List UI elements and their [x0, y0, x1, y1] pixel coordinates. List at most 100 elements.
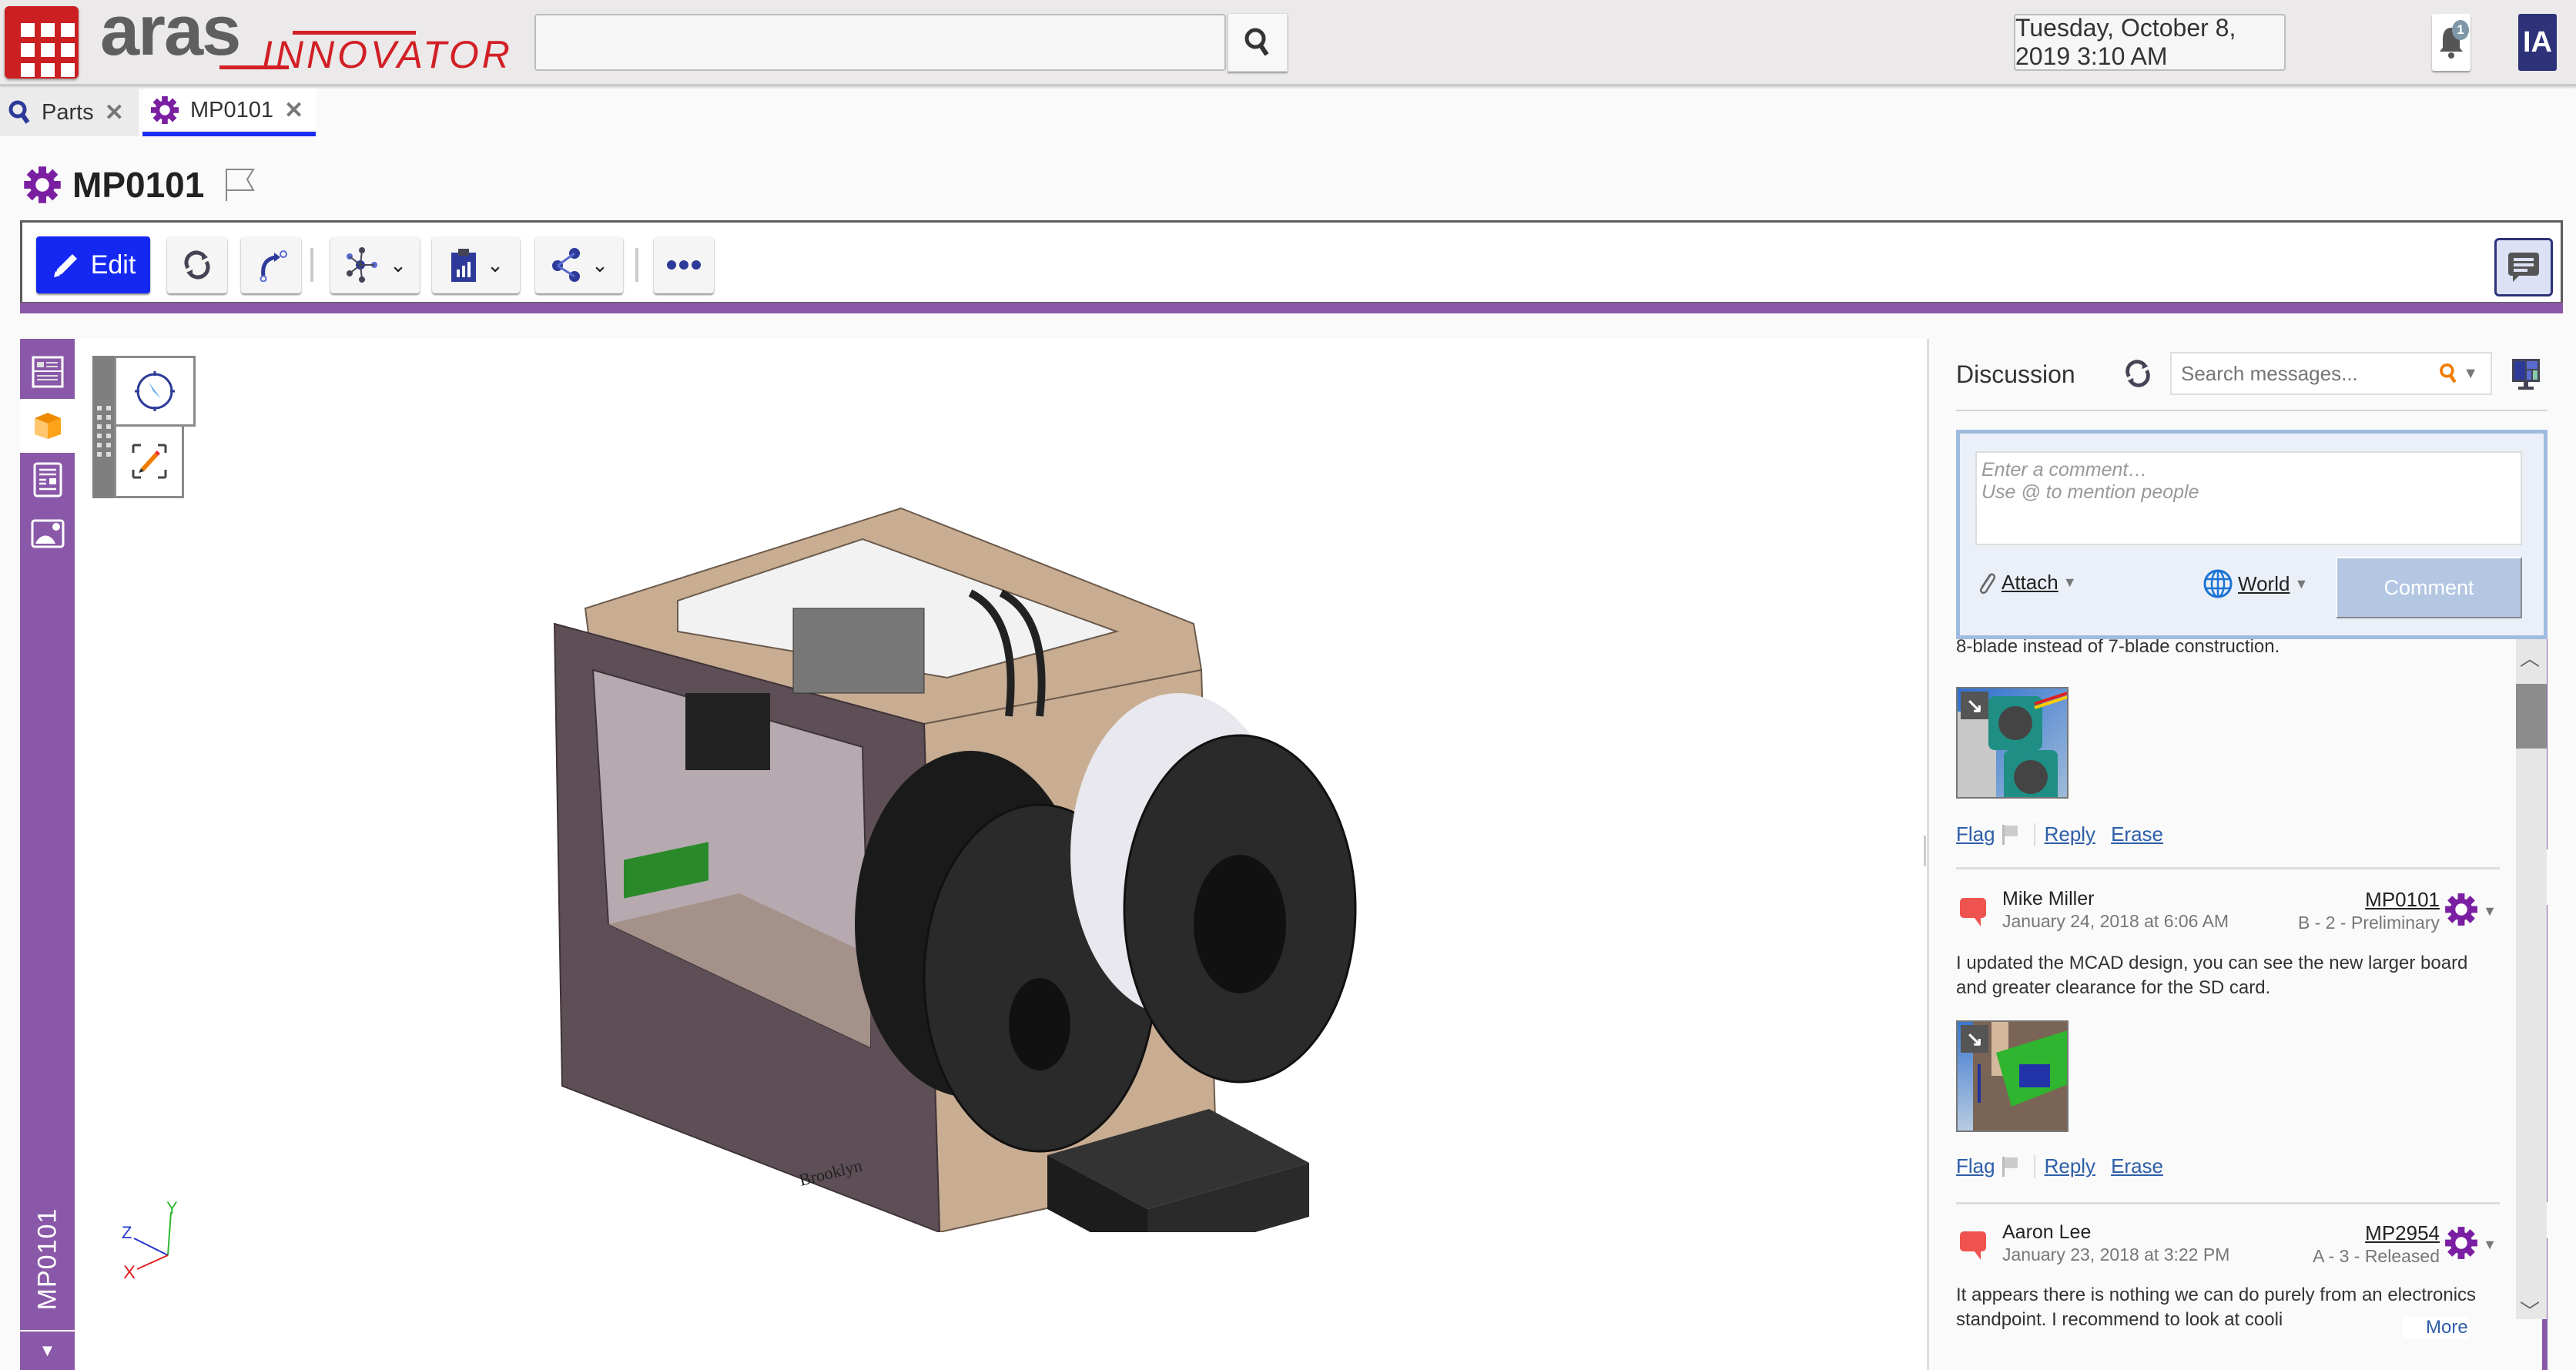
comment-bubble-icon: [1960, 898, 1986, 926]
message-separator: [1956, 1202, 2500, 1204]
expand-arrow-icon[interactable]: ↘: [1961, 1025, 1988, 1053]
grid-cell: [61, 63, 75, 77]
erase-link[interactable]: Erase: [2111, 1154, 2163, 1178]
discussion-toggle-button[interactable]: [2494, 238, 2553, 296]
grid-cell: [21, 23, 35, 37]
axis-y-label: Y: [166, 1201, 178, 1218]
markup-tool-button[interactable]: [114, 427, 184, 498]
item-reference-link[interactable]: MP2954: [2365, 1221, 2440, 1245]
message-author: Aaron Lee: [2002, 1221, 2092, 1243]
flag-icon[interactable]: [2002, 824, 2018, 846]
tab-mp0101[interactable]: MP0101 ✕: [142, 89, 316, 136]
grip-dots-icon: [97, 406, 111, 457]
toolbox-drag-handle[interactable]: [92, 356, 114, 498]
message-text: I updated the MCAD design, you can see t…: [1956, 953, 2468, 998]
comment-submit-button[interactable]: Comment: [2336, 557, 2522, 618]
message-search-field[interactable]: ▼: [2170, 352, 2492, 395]
search-options-dropdown-icon[interactable]: ▼: [2463, 365, 2478, 383]
notifications-button[interactable]: 1: [2432, 14, 2470, 71]
report-clipboard-icon: [451, 249, 477, 282]
item-toolbar: Edit ⌄ ⌄ ⌄: [20, 220, 2563, 304]
reports-dropdown-button[interactable]: ⌄: [432, 236, 520, 293]
structure-dropdown-button[interactable]: ⌄: [330, 236, 420, 293]
global-search-field[interactable]: [534, 14, 1226, 71]
chevron-down-icon: ⌄: [487, 253, 504, 276]
scroll-down-icon[interactable]: ﹀: [2520, 1296, 2540, 1325]
grid-cell: [41, 43, 55, 57]
chevron-down-icon: ⌄: [390, 253, 407, 276]
separator: [2033, 1154, 2035, 1178]
reply-link[interactable]: Reply: [2045, 822, 2095, 846]
global-search-input[interactable]: [536, 15, 1224, 69]
flag-link[interactable]: Flag: [1956, 822, 1995, 846]
chevron-down-icon: ⌄: [591, 253, 608, 276]
share-icon: [552, 248, 581, 282]
close-tab-icon[interactable]: ✕: [105, 99, 124, 126]
discussion-layout-button[interactable]: [2511, 357, 2541, 395]
top-header: aras INNOVATOR Tuesday, October 8, 2019 …: [0, 0, 2576, 86]
splitter-grip[interactable]: [1924, 836, 1926, 866]
tab-label: MP0101: [190, 97, 274, 122]
discussion-refresh-button[interactable]: [2122, 357, 2154, 394]
triangle-down-icon: ▼: [2294, 575, 2309, 591]
grid-cell: [21, 43, 35, 57]
erase-link[interactable]: Erase: [2111, 822, 2163, 846]
view-sidebar: MP0101: [20, 339, 75, 1370]
promote-button[interactable]: [241, 236, 301, 293]
white-spool-hub: [1194, 855, 1286, 993]
sidebar-item-relationships[interactable]: [20, 453, 75, 507]
grid-cell: [21, 63, 35, 77]
3d-model-printer[interactable]: Brooklyn: [539, 493, 1386, 1232]
more-horizontal-icon: [667, 260, 701, 270]
grid-cell: [41, 63, 55, 77]
aras-innovator-logo: aras INNOVATOR: [100, 0, 510, 79]
edit-button[interactable]: Edit: [36, 236, 150, 293]
search-icon: [8, 100, 30, 124]
refresh-icon: [2125, 360, 2150, 387]
item-reference-link[interactable]: MP0101: [2365, 888, 2440, 912]
message-menu-dropdown-icon[interactable]: ▼: [2483, 1237, 2497, 1253]
user-avatar[interactable]: IA: [2518, 14, 2557, 71]
tab-parts[interactable]: Parts ✕: [0, 89, 139, 136]
cube-icon: [34, 413, 61, 439]
form-icon: [32, 356, 63, 388]
sidebar-item-form[interactable]: [20, 345, 75, 399]
sidebar-expand-button[interactable]: ▼: [20, 1330, 75, 1370]
search-icon: [1244, 28, 1269, 56]
attach-dropdown[interactable]: Attach ▼: [1975, 568, 2077, 596]
message-header: Aaron Lee January 23, 2018 at 3:22 PM MP…: [1956, 1221, 2500, 1275]
message-thumbnail[interactable]: ↘: [1956, 687, 2069, 799]
scroll-up-icon[interactable]: ︿: [2520, 643, 2540, 672]
axis-z-label: Z: [122, 1223, 132, 1242]
scrollbar-thumb[interactable]: [2516, 684, 2547, 749]
app-menu-button[interactable]: [5, 6, 79, 79]
message-author: Mike Miller: [2002, 888, 2095, 909]
triangle-down-icon: ▼: [2062, 574, 2077, 590]
flag-outline-icon[interactable]: [224, 167, 256, 203]
sidebar-item-image[interactable]: [20, 507, 75, 561]
close-tab-icon[interactable]: ✕: [284, 97, 303, 124]
message-menu-dropdown-icon[interactable]: ▼: [2483, 903, 2497, 919]
more-link[interactable]: More: [2403, 1317, 2468, 1338]
message-thumbnail[interactable]: ↘: [1956, 1020, 2069, 1132]
item-state: A - 3 - Released: [2313, 1246, 2440, 1266]
share-dropdown-button[interactable]: ⌄: [535, 236, 623, 293]
more-actions-button[interactable]: [654, 236, 714, 293]
visibility-dropdown[interactable]: World ▼: [2202, 568, 2308, 599]
refresh-button[interactable]: [167, 236, 227, 293]
pencil-icon: [53, 254, 77, 277]
part-gear-icon: [2445, 1227, 2477, 1259]
search-icon[interactable]: [2439, 359, 2458, 388]
expand-arrow-icon[interactable]: ↘: [1961, 692, 1988, 719]
message-search-input[interactable]: [2172, 361, 2439, 386]
comment-input[interactable]: [1975, 451, 2522, 545]
reply-link[interactable]: Reply: [2045, 1154, 2095, 1178]
global-search-button[interactable]: [1228, 13, 1288, 72]
attach-label: Attach: [2002, 570, 2058, 594]
navigation-tool-button[interactable]: [114, 356, 196, 427]
flag-icon[interactable]: [2002, 1156, 2018, 1177]
paperclip-icon: [1980, 573, 1995, 595]
sidebar-item-3d-view[interactable]: [20, 399, 75, 453]
flag-link[interactable]: Flag: [1956, 1154, 1995, 1178]
grid-cell: [61, 43, 75, 57]
